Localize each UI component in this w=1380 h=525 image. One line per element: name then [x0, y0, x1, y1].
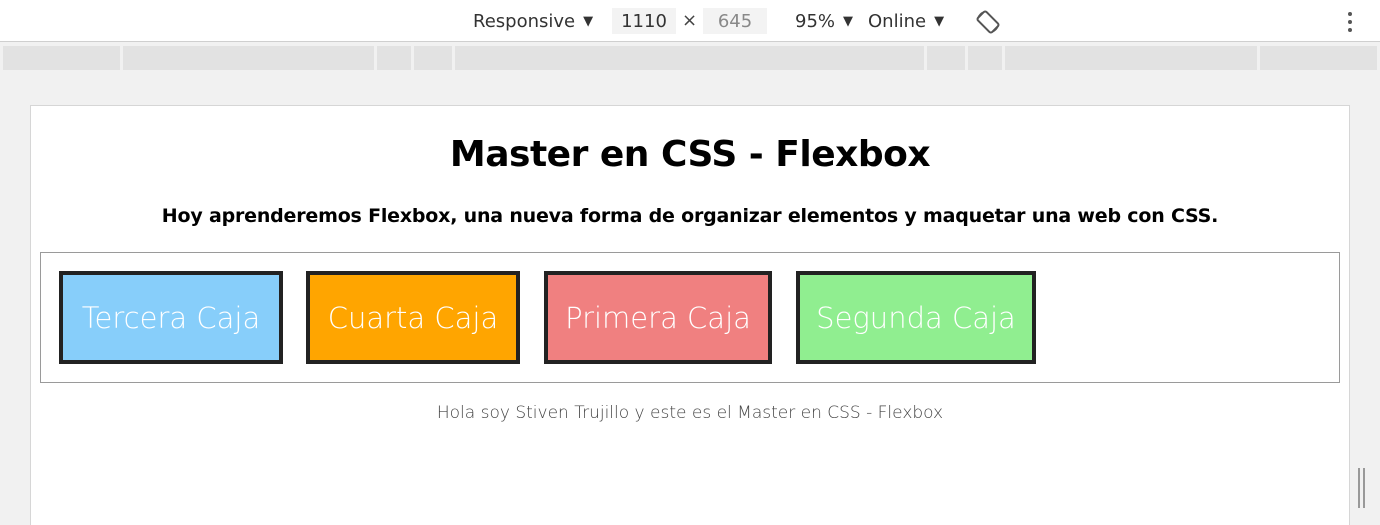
- zoom-select[interactable]: 95% ▼: [795, 0, 853, 42]
- ruler-segment[interactable]: [414, 46, 452, 70]
- flex-container: Tercera Caja Cuarta Caja Primera Caja Se…: [40, 252, 1340, 383]
- caret-down-icon: ▼: [843, 13, 854, 29]
- ruler-segment[interactable]: [3, 46, 120, 70]
- page-title: Master en CSS - Flexbox: [449, 134, 931, 175]
- ruler-segment[interactable]: [1005, 46, 1257, 70]
- ruler-segment[interactable]: [927, 46, 965, 70]
- box-cuarta: Cuarta Caja: [306, 271, 520, 364]
- ruler-segment[interactable]: [377, 46, 411, 70]
- caret-down-icon: ▼: [934, 13, 945, 29]
- box-primera: Primera Caja: [544, 271, 772, 364]
- page-footer: Hola soy Stiven Trujillo y este es el Ma…: [436, 403, 944, 423]
- height-input[interactable]: 645: [703, 8, 767, 34]
- box-tercera: Tercera Caja: [59, 271, 283, 364]
- device-select-label: Responsive: [473, 10, 576, 32]
- ruler-segment[interactable]: [455, 46, 924, 70]
- media-query-ruler: [0, 46, 1380, 70]
- rotate-icon[interactable]: [975, 9, 1001, 35]
- resize-handle[interactable]: [1358, 468, 1368, 508]
- ruler-segment[interactable]: [1260, 46, 1377, 70]
- ruler-segment[interactable]: [123, 46, 374, 70]
- box-segunda: Segunda Caja: [796, 271, 1036, 364]
- times-icon: ×: [682, 10, 698, 31]
- throttle-select-label: Online: [868, 10, 927, 32]
- device-toolbar: Responsive ▼ 1110 × 645 95% ▼ Online ▼: [0, 0, 1380, 42]
- more-options-icon[interactable]: [1340, 10, 1360, 34]
- caret-down-icon: ▼: [583, 13, 594, 29]
- width-input[interactable]: 1110: [612, 8, 676, 34]
- device-select[interactable]: Responsive ▼: [473, 0, 593, 42]
- ruler-segment[interactable]: [968, 46, 1002, 70]
- emulated-viewport: Master en CSS - Flexbox Hoy aprenderemos…: [30, 105, 1350, 525]
- throttle-select[interactable]: Online ▼: [868, 0, 944, 42]
- page-subtitle: Hoy aprenderemos Flexbox, una nueva form…: [161, 205, 1219, 227]
- zoom-select-label: 95%: [795, 10, 836, 32]
